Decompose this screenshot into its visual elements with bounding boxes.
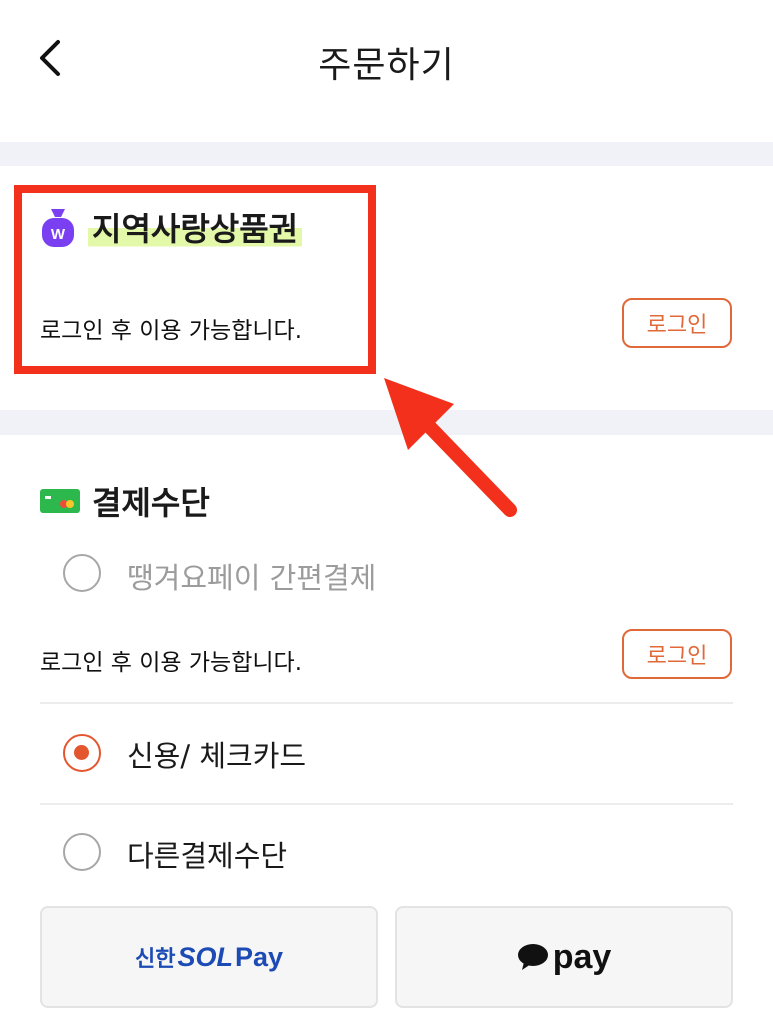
money-bag-icon: W [42,209,74,247]
gift-voucher-title: 지역사랑상품권 [88,204,303,250]
section-divider [0,142,773,166]
svg-text:W: W [51,226,66,243]
credit-card-radio[interactable] [63,734,101,772]
header: 주문하기 [0,0,773,118]
speech-bubble-icon [517,944,548,970]
easy-pay-radio[interactable] [63,554,101,592]
credit-card-icon [40,489,80,513]
credit-card-label[interactable]: 신용/ 체크카드 [127,733,306,775]
gift-voucher-login-button[interactable]: 로그인 [622,298,732,348]
easy-pay-note: 로그인 후 이용 가능합니다. [40,650,303,676]
easy-pay-login-button[interactable]: 로그인 [622,629,732,679]
kakao-pay-button[interactable]: pay [395,906,733,1008]
shinhan-sol-pay-button[interactable]: 신한 SOL Pay [40,906,378,1008]
page-title: 주문하기 [318,45,455,86]
divider [40,803,733,805]
shinhan-sol-pay-logo: 신한 SOL Pay [134,942,284,972]
kakao-pay-label: pay [552,937,612,976]
divider [40,702,733,704]
payment-title: 결제수단 [92,484,210,522]
easy-pay-label[interactable]: 땡겨요페이 간편결제 [127,555,376,597]
other-payment-label[interactable]: 다른결제수단 [127,833,287,875]
gift-voucher-note: 로그인 후 이용 가능합니다. [40,318,303,344]
other-payment-radio[interactable] [63,833,101,871]
arrow-annotation-icon [384,378,517,517]
gift-voucher-heading: W 지역사랑상품권 [40,204,303,250]
payment-heading: 결제수단 [40,478,210,524]
